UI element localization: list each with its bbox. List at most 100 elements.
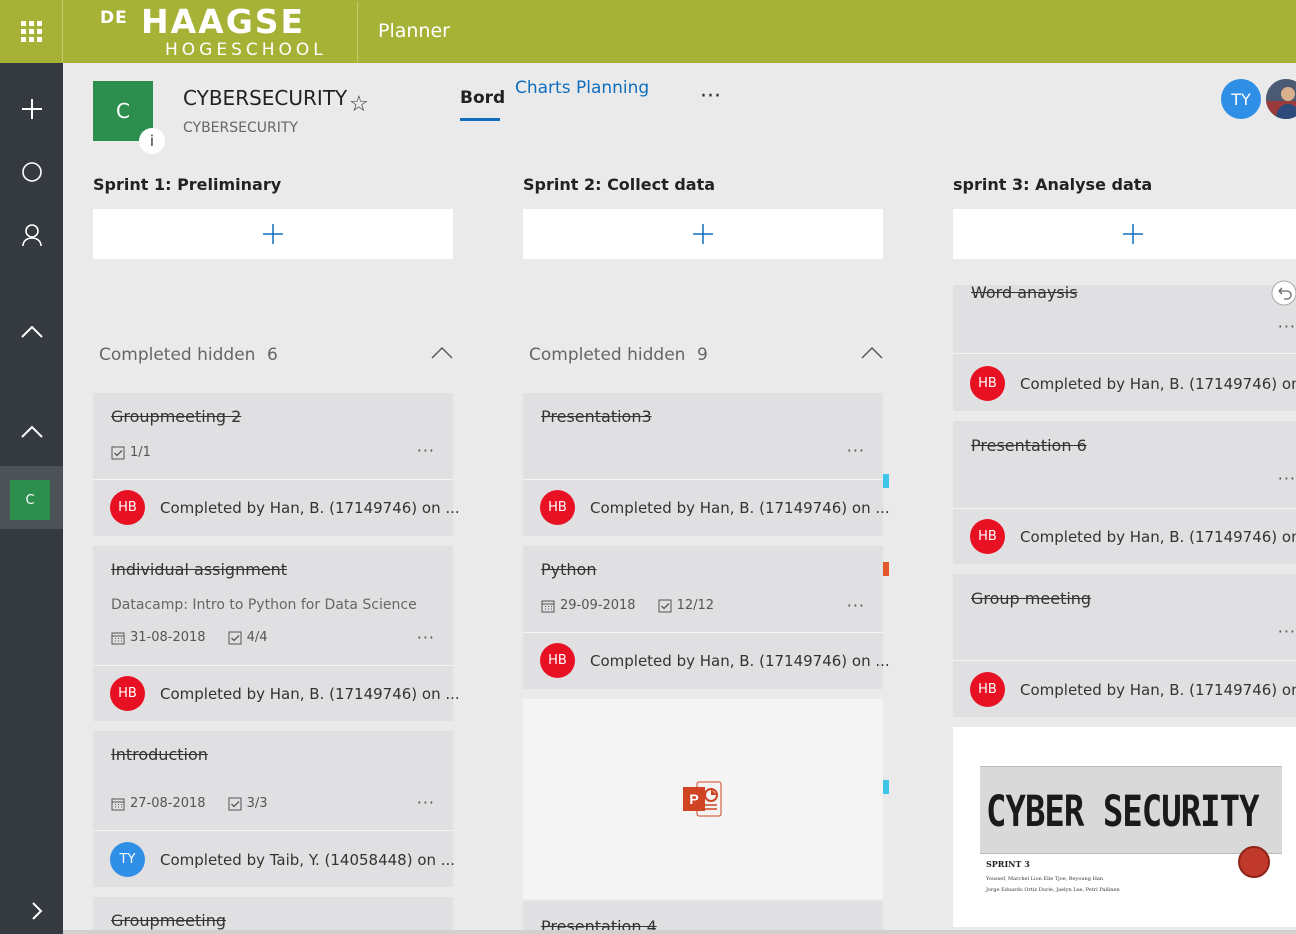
avatar[interactable]: HB (540, 643, 575, 678)
completed-hidden-toggle[interactable]: Completed hidden 6 (99, 345, 453, 367)
task-title: Presentation3 (541, 407, 652, 426)
add-task-button[interactable] (93, 209, 453, 259)
org-logo[interactable]: DE HAAGSE HOGESCHOOL (90, 2, 358, 62)
chevron-right-icon (31, 902, 42, 920)
calendar-icon (541, 600, 555, 612)
person-icon (21, 224, 42, 247)
task-title: Individual assignment (111, 560, 288, 579)
task-title: Introduction (111, 745, 208, 764)
tab-board[interactable]: Bord (460, 88, 505, 108)
task-more-button[interactable]: ··· (417, 628, 435, 647)
checklist-count: 12/12 (676, 598, 715, 613)
divider (93, 830, 453, 831)
task-title: Groupmeeting (111, 911, 226, 930)
seal-icon (1238, 846, 1270, 878)
slide-sprint-label: SPRINT 3 (986, 859, 1030, 869)
tab-active-indicator (460, 118, 500, 121)
completed-by-text: Completed by Han, B. (17149746) on ... (160, 684, 460, 703)
task-card[interactable]: Presentation 6 ··· HB Completed by Han, … (953, 421, 1296, 564)
task-card[interactable]: Individual assignment Datacamp: Intro to… (93, 546, 460, 721)
expand-rail-button[interactable] (5, 901, 68, 921)
chevron-up-icon (20, 425, 43, 438)
attachment-preview-card[interactable]: P (523, 699, 883, 899)
app-name[interactable]: Planner (378, 20, 450, 42)
task-meta: 27-08-2018 3/3 (111, 796, 289, 811)
task-card[interactable]: Presentation3 ··· HB Completed by Han, B… (523, 393, 890, 536)
add-icon (693, 224, 713, 244)
completed-hidden-toggle[interactable]: Completed hidden 9 (529, 345, 883, 367)
divider (953, 353, 1296, 354)
member-avatar-ty[interactable]: TY (1221, 79, 1261, 119)
my-tasks-button[interactable] (0, 223, 63, 247)
add-icon (263, 224, 283, 244)
task-more-button[interactable]: ··· (1278, 469, 1296, 488)
task-more-button[interactable]: ··· (1278, 622, 1296, 641)
checklist-count: 4/4 (246, 630, 268, 645)
task-completed-by: HB Completed by Han, B. (17149746) on ..… (970, 366, 1296, 401)
completed-count: 6 (267, 345, 278, 365)
avatar[interactable]: HB (970, 672, 1005, 707)
due-date: 29-09-2018 (560, 598, 636, 613)
plan-group-name[interactable]: CYBERSECURITY (183, 120, 298, 136)
favorite-star-icon[interactable]: ☆ (349, 92, 369, 117)
avatar[interactable]: HB (970, 519, 1005, 554)
task-title: Presentation 6 (971, 436, 1087, 455)
completed-by-text: Completed by Han, B. (17149746) on ... (1020, 527, 1296, 546)
completed-by-text: Completed by Han, B. (17149746) on ... (1020, 680, 1296, 699)
avatar[interactable]: HB (110, 676, 145, 711)
task-completed-by: HB Completed by Han, B. (17149746) on ..… (970, 519, 1296, 554)
horizontal-scrollbar[interactable] (63, 930, 1296, 934)
circle-icon (21, 162, 42, 182)
logo-haagse: HAAGSE (141, 2, 306, 41)
task-more-button[interactable]: ··· (847, 596, 865, 615)
undo-icon[interactable] (1271, 280, 1296, 306)
bucket-title[interactable]: Sprint 1: Preliminary (93, 175, 281, 194)
avatar[interactable]: HB (970, 366, 1005, 401)
task-card[interactable]: Word anaysis ··· HB Completed by Han, B.… (953, 280, 1296, 411)
task-completed-by: TY Completed by Taib, Y. (14058448) on .… (110, 842, 455, 877)
completed-by-text: Completed by Han, B. (17149746) on ... (590, 651, 890, 670)
checklist-count: 1/1 (130, 445, 151, 460)
tab-charts-planning[interactable]: Charts Planning (515, 78, 649, 98)
plan-title: CYBERSECURITY (183, 86, 348, 110)
task-more-button[interactable]: ··· (1278, 317, 1296, 336)
task-more-button[interactable]: ··· (847, 441, 865, 460)
collapse-favorites-button[interactable] (0, 325, 63, 339)
avatar[interactable]: HB (540, 490, 575, 525)
avatar[interactable]: HB (110, 490, 145, 525)
more-options-button[interactable]: ··· (700, 84, 721, 109)
task-card[interactable]: Introduction 27-08-2018 3/3 ··· TY Compl… (93, 731, 455, 887)
slide-names-line: Youssef, Marchel Lion Elie Tjoe, Beyoung… (986, 876, 1104, 882)
chevron-up-icon (431, 347, 453, 359)
planner-hub-button[interactable] (0, 161, 63, 183)
task-more-button[interactable]: ··· (417, 441, 435, 460)
svg-text:P: P (689, 791, 698, 807)
bucket-title[interactable]: Sprint 2: Collect data (523, 175, 715, 194)
collapse-plans-button[interactable] (0, 425, 63, 439)
task-card[interactable]: Groupmeeting 2 1/1 ··· HB Completed by H… (93, 393, 460, 536)
top-bar: DE HAAGSE HOGESCHOOL Planner (0, 0, 1296, 63)
avatar[interactable]: TY (110, 842, 145, 877)
member-avatar-photo[interactable] (1266, 79, 1296, 119)
divider (523, 632, 883, 633)
profile-photo-icon (1266, 79, 1296, 119)
completed-count: 9 (697, 345, 708, 365)
info-icon[interactable]: i (139, 128, 165, 154)
rail-plan-cybersecurity[interactable]: C (10, 480, 50, 520)
chevron-up-icon (861, 347, 883, 359)
task-card[interactable]: Group meeting ··· HB Completed by Han, B… (953, 574, 1296, 717)
chevron-up-icon (20, 325, 43, 338)
add-task-button[interactable] (523, 209, 883, 259)
task-card[interactable]: Groupmeeting (93, 897, 453, 934)
task-card[interactable]: Python 29-09-2018 12/12 ··· HB Completed… (523, 546, 890, 689)
checklist-icon (228, 631, 242, 644)
divider (93, 665, 453, 666)
add-task-button[interactable] (953, 209, 1296, 259)
attachment-preview-card[interactable]: CYBER SECURITY SPRINT 3 Youssef, Marchel… (953, 727, 1296, 927)
slide-heading: CYBER SECURITY (986, 787, 1260, 837)
bucket-title[interactable]: sprint 3: Analyse data (953, 175, 1152, 194)
new-plan-button[interactable] (0, 97, 63, 121)
task-title: Group meeting (971, 589, 1092, 608)
task-more-button[interactable]: ··· (417, 793, 435, 812)
app-launcher-button[interactable] (0, 0, 63, 63)
